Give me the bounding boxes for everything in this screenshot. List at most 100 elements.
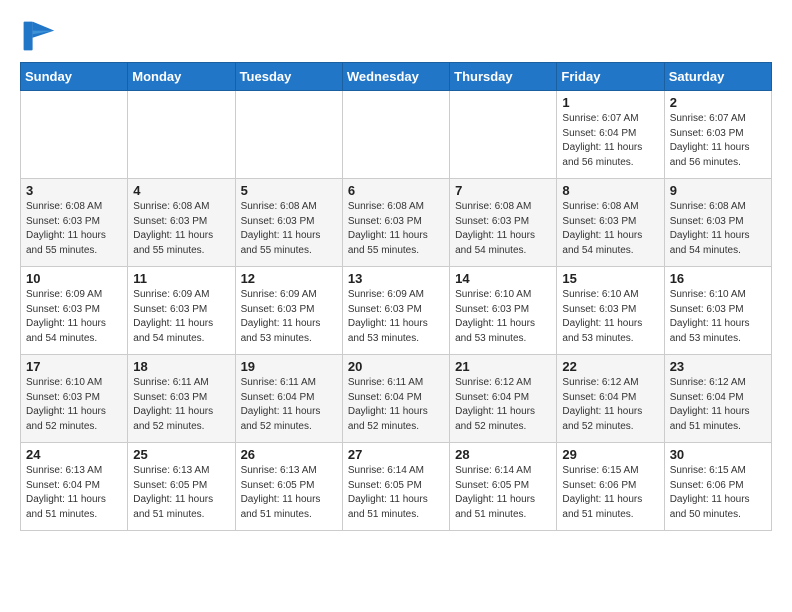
calendar-cell: 24Sunrise: 6:13 AMSunset: 6:04 PMDayligh… — [21, 443, 128, 531]
day-number: 12 — [241, 271, 337, 286]
weekday-header-thursday: Thursday — [450, 63, 557, 91]
weekday-header-sunday: Sunday — [21, 63, 128, 91]
calendar-cell: 29 Sunrise: 6:15 AMSunset: 6:06 PMDayligh… — [557, 443, 664, 531]
day-number: 29 — [562, 447, 658, 462]
weekday-row: SundayMondayTuesdayWednesdayThursdayFrid… — [21, 63, 772, 91]
calendar-cell: 3Sunrise: 6:08 AMSunset: 6:03 PMDaylight… — [21, 179, 128, 267]
week-row-1: 1 Sunrise: 6:07 AMSunset: 6:04 PMDaylight… — [21, 91, 772, 179]
calendar-cell: 23Sunrise: 6:12 AMSunset: 6:04 PMDayligh… — [664, 355, 771, 443]
calendar-cell: 1 Sunrise: 6:07 AMSunset: 6:04 PMDaylight… — [557, 91, 664, 179]
day-info: Sunrise: 6:10 AMSunset: 6:03 PMDaylight:… — [562, 288, 658, 346]
day-number: 19 — [241, 359, 337, 374]
day-info: Sunrise: 6:15 AMSunset: 6:06 PMDaylight:… — [670, 464, 766, 522]
day-number: 27 — [348, 447, 444, 462]
calendar-cell: 10 Sunrise: 6:09 AMSunset: 6:03 PMDayligh… — [21, 267, 128, 355]
day-info: Sunrise: 6:11 AMSunset: 6:04 PMDaylight:… — [348, 376, 444, 434]
calendar-cell: 30 Sunrise: 6:15 AMSunset: 6:06 PMDayligh… — [664, 443, 771, 531]
calendar-header: SundayMondayTuesdayWednesdayThursdayFrid… — [21, 63, 772, 91]
day-number: 14 — [455, 271, 551, 286]
calendar-cell: 22 Sunrise: 6:12 AMSunset: 6:04 PMDayligh… — [557, 355, 664, 443]
weekday-header-saturday: Saturday — [664, 63, 771, 91]
day-number: 1 — [562, 95, 658, 110]
day-number: 3 — [26, 183, 122, 198]
day-info: Sunrise: 6:08 AMSunset: 6:03 PMDaylight:… — [455, 200, 551, 258]
day-number: 21 — [455, 359, 551, 374]
calendar-cell: 5Sunrise: 6:08 AMSunset: 6:03 PMDaylight… — [235, 179, 342, 267]
day-number: 8 — [562, 183, 658, 198]
calendar-cell: 14 Sunrise: 6:10 AMSunset: 6:03 PMDayligh… — [450, 267, 557, 355]
weekday-header-tuesday: Tuesday — [235, 63, 342, 91]
day-number: 15 — [562, 271, 658, 286]
calendar-cell — [128, 91, 235, 179]
day-number: 13 — [348, 271, 444, 286]
day-info: Sunrise: 6:09 AMSunset: 6:03 PMDaylight:… — [26, 288, 122, 346]
day-info: Sunrise: 6:10 AMSunset: 6:03 PMDaylight:… — [26, 376, 122, 434]
day-number: 4 — [133, 183, 229, 198]
calendar-cell: 19 Sunrise: 6:11 AMSunset: 6:04 PMDayligh… — [235, 355, 342, 443]
day-info: Sunrise: 6:12 AMSunset: 6:04 PMDaylight:… — [455, 376, 551, 434]
calendar-cell: 9 Sunrise: 6:08 AMSunset: 6:03 PMDaylight… — [664, 179, 771, 267]
day-info: Sunrise: 6:11 AMSunset: 6:04 PMDaylight:… — [241, 376, 337, 434]
calendar-cell: 6 Sunrise: 6:08 AMSunset: 6:03 PMDaylight… — [342, 179, 449, 267]
day-info: Sunrise: 6:07 AMSunset: 6:04 PMDaylight:… — [562, 112, 658, 170]
page-header — [20, 18, 772, 54]
day-number: 26 — [241, 447, 337, 462]
weekday-header-wednesday: Wednesday — [342, 63, 449, 91]
day-info: Sunrise: 6:08 AMSunset: 6:03 PMDaylight:… — [562, 200, 658, 258]
calendar-body: 1 Sunrise: 6:07 AMSunset: 6:04 PMDaylight… — [21, 91, 772, 531]
calendar-cell: 25 Sunrise: 6:13 AMSunset: 6:05 PMDayligh… — [128, 443, 235, 531]
day-number: 17 — [26, 359, 122, 374]
calendar-cell: 26 Sunrise: 6:13 AMSunset: 6:05 PMDayligh… — [235, 443, 342, 531]
calendar-table: SundayMondayTuesdayWednesdayThursdayFrid… — [20, 62, 772, 531]
day-info: Sunrise: 6:10 AMSunset: 6:03 PMDaylight:… — [670, 288, 766, 346]
day-number: 24 — [26, 447, 122, 462]
weekday-header-monday: Monday — [128, 63, 235, 91]
day-info: Sunrise: 6:14 AMSunset: 6:05 PMDaylight:… — [455, 464, 551, 522]
day-number: 16 — [670, 271, 766, 286]
day-info: Sunrise: 6:15 AMSunset: 6:06 PMDaylight:… — [562, 464, 658, 522]
logo — [20, 18, 60, 54]
calendar-cell: 11 Sunrise: 6:09 AMSunset: 6:03 PMDayligh… — [128, 267, 235, 355]
calendar-cell: 7Sunrise: 6:08 AMSunset: 6:03 PMDaylight… — [450, 179, 557, 267]
calendar-cell: 16 Sunrise: 6:10 AMSunset: 6:03 PMDayligh… — [664, 267, 771, 355]
week-row-5: 24Sunrise: 6:13 AMSunset: 6:04 PMDayligh… — [21, 443, 772, 531]
day-number: 23 — [670, 359, 766, 374]
day-number: 22 — [562, 359, 658, 374]
logo-icon — [20, 18, 56, 54]
day-info: Sunrise: 6:13 AMSunset: 6:05 PMDaylight:… — [241, 464, 337, 522]
calendar-cell: 18Sunrise: 6:11 AMSunset: 6:03 PMDayligh… — [128, 355, 235, 443]
day-number: 30 — [670, 447, 766, 462]
day-info: Sunrise: 6:12 AMSunset: 6:04 PMDaylight:… — [562, 376, 658, 434]
calendar-cell: 17 Sunrise: 6:10 AMSunset: 6:03 PMDayligh… — [21, 355, 128, 443]
calendar-cell: 15 Sunrise: 6:10 AMSunset: 6:03 PMDayligh… — [557, 267, 664, 355]
day-number: 5 — [241, 183, 337, 198]
calendar-cell: 28 Sunrise: 6:14 AMSunset: 6:05 PMDayligh… — [450, 443, 557, 531]
day-info: Sunrise: 6:08 AMSunset: 6:03 PMDaylight:… — [670, 200, 766, 258]
weekday-header-friday: Friday — [557, 63, 664, 91]
day-number: 10 — [26, 271, 122, 286]
day-info: Sunrise: 6:07 AMSunset: 6:03 PMDaylight:… — [670, 112, 766, 170]
calendar-cell: 2Sunrise: 6:07 AMSunset: 6:03 PMDaylight… — [664, 91, 771, 179]
calendar-cell: 13 Sunrise: 6:09 AMSunset: 6:03 PMDayligh… — [342, 267, 449, 355]
day-info: Sunrise: 6:08 AMSunset: 6:03 PMDaylight:… — [348, 200, 444, 258]
day-number: 6 — [348, 183, 444, 198]
calendar-cell — [450, 91, 557, 179]
day-number: 11 — [133, 271, 229, 286]
calendar-cell — [21, 91, 128, 179]
day-number: 28 — [455, 447, 551, 462]
week-row-4: 17 Sunrise: 6:10 AMSunset: 6:03 PMDayligh… — [21, 355, 772, 443]
day-number: 25 — [133, 447, 229, 462]
day-info: Sunrise: 6:13 AMSunset: 6:05 PMDaylight:… — [133, 464, 229, 522]
calendar-cell: 27Sunrise: 6:14 AMSunset: 6:05 PMDayligh… — [342, 443, 449, 531]
calendar-cell — [235, 91, 342, 179]
calendar-page: SundayMondayTuesdayWednesdayThursdayFrid… — [0, 0, 792, 549]
day-number: 9 — [670, 183, 766, 198]
day-info: Sunrise: 6:09 AMSunset: 6:03 PMDaylight:… — [133, 288, 229, 346]
day-info: Sunrise: 6:08 AMSunset: 6:03 PMDaylight:… — [133, 200, 229, 258]
calendar-cell: 8 Sunrise: 6:08 AMSunset: 6:03 PMDaylight… — [557, 179, 664, 267]
day-number: 18 — [133, 359, 229, 374]
day-info: Sunrise: 6:09 AMSunset: 6:03 PMDaylight:… — [348, 288, 444, 346]
day-info: Sunrise: 6:10 AMSunset: 6:03 PMDaylight:… — [455, 288, 551, 346]
week-row-2: 3 Sunrise: 6:08 AMSunset: 6:03 PMDaylight… — [21, 179, 772, 267]
day-number: 20 — [348, 359, 444, 374]
